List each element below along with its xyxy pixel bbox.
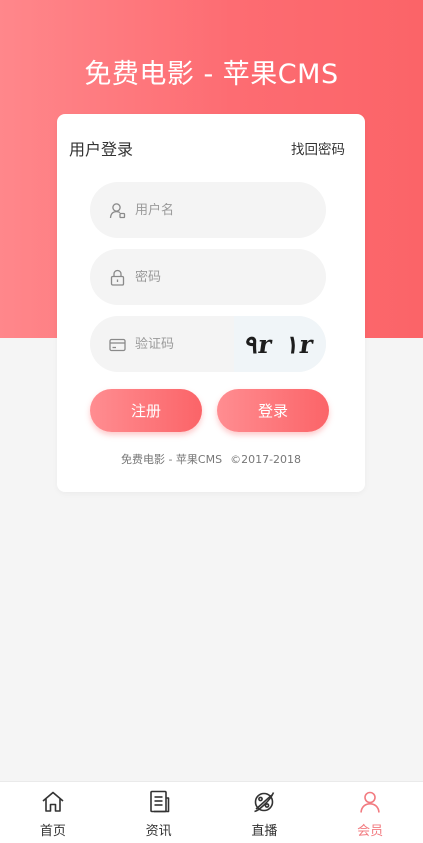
copyright-line: 免费电影 - 苹果CMS ©2017-2018 [57, 451, 365, 467]
site-title: 免费电影 - 苹果CMS [84, 59, 339, 90]
tab-member[interactable]: 会员 [317, 782, 423, 843]
captcha-input[interactable] [135, 336, 225, 352]
login-button[interactable]: 登录 [217, 389, 329, 432]
tab-news[interactable]: 资讯 [106, 782, 212, 843]
user-icon [108, 201, 126, 219]
captcha-field: ۹r ۱r [90, 316, 326, 372]
captcha-image[interactable]: ۹r ۱r [234, 316, 326, 372]
tab-home[interactable]: 首页 [0, 782, 106, 843]
tab-label: 会员 [357, 824, 384, 839]
username-input[interactable] [135, 202, 285, 218]
login-card: 用户登录 找回密码 用户名 验证码 ۹r ۱r 注册 登录 免费电影 - 苹果C… [57, 114, 365, 492]
news-icon [145, 788, 173, 816]
captcha-text: ۹r ۱r [242, 329, 318, 359]
tab-label: 首页 [39, 824, 66, 839]
bottom-tab-bar: 首页 资讯 直播 会员 [0, 781, 423, 843]
tab-label: 资讯 [145, 824, 172, 839]
forgot-password-link[interactable]: 找回密码 [291, 138, 345, 158]
tab-label: 直播 [251, 824, 278, 839]
password-input[interactable] [135, 269, 285, 285]
login-title: 用户登录 [69, 140, 134, 159]
login-card-header: 用户登录 找回密码 [69, 136, 345, 160]
register-button[interactable]: 注册 [90, 389, 202, 432]
home-icon [39, 788, 67, 816]
footer-site-name: 免费电影 - 苹果CMS [120, 453, 223, 466]
username-field [90, 182, 326, 238]
lock-icon [108, 268, 126, 286]
password-field [90, 249, 326, 305]
card-icon [108, 335, 126, 353]
planet-icon [250, 788, 278, 816]
copyright-text: ©2017-2018 [230, 453, 302, 466]
member-icon [356, 788, 384, 816]
tab-live[interactable]: 直播 [212, 782, 318, 843]
